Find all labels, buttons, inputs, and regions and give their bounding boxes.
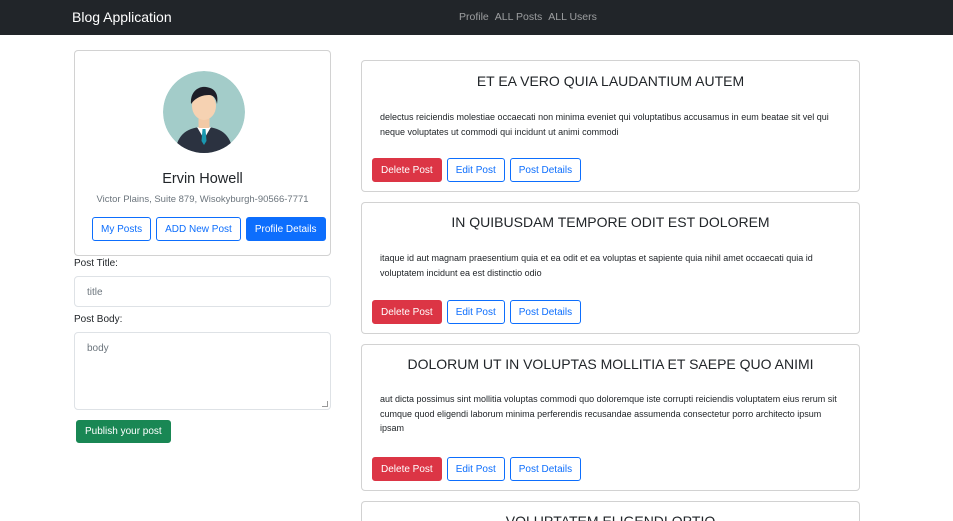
post-body-textarea[interactable]: body	[74, 332, 331, 410]
post-body-placeholder: body	[87, 343, 109, 354]
profile-card: Ervin Howell Victor Plains, Suite 879, W…	[74, 50, 331, 256]
post-card: IN QUIBUSDAM TEMPORE ODIT EST DOLOREM it…	[361, 202, 860, 334]
edit-post-button[interactable]: Edit Post	[446, 457, 505, 481]
post-title-input[interactable]: title	[74, 276, 331, 307]
post-title-label: Post Title:	[74, 258, 118, 269]
resize-handle[interactable]	[322, 401, 328, 407]
navbar-links: Profile ALL Posts ALL Users	[459, 11, 597, 23]
post-details-button[interactable]: Post Details	[509, 158, 582, 182]
post-card: VOLUPTATEM ELIGENDI OPTIO	[361, 501, 860, 521]
edit-post-button[interactable]: Edit Post	[446, 158, 505, 182]
my-posts-button[interactable]: My Posts	[92, 217, 152, 241]
nav-link-profile[interactable]: Profile	[459, 11, 489, 23]
profile-details-button[interactable]: Profile Details	[245, 217, 326, 241]
post-actions: Delete Post Edit Post Post Details	[372, 158, 582, 182]
post-title: ET EA VERO QUIA LAUDANTIUM AUTEM	[476, 73, 745, 89]
delete-post-button[interactable]: Delete Post	[372, 300, 442, 324]
post-actions: Delete Post Edit Post Post Details	[372, 457, 582, 481]
post-body: aut dicta possimus sint mollitia volupta…	[380, 394, 837, 433]
post-details-button[interactable]: Post Details	[509, 457, 582, 481]
delete-post-button[interactable]: Delete Post	[372, 457, 442, 481]
top-navbar: Blog Application Profile ALL Posts ALL U…	[0, 0, 953, 35]
post-body: itaque id aut magnam praesentium quia et…	[380, 253, 813, 278]
publish-post-button[interactable]: Publish your post	[76, 420, 171, 443]
post-card: DOLORUM UT IN VOLUPTAS MOLLITIA ET SAEPE…	[361, 344, 860, 491]
edit-post-button[interactable]: Edit Post	[446, 300, 505, 324]
user-avatar-icon	[163, 71, 245, 153]
profile-address: Victor Plains, Suite 879, Wisokyburgh-90…	[96, 194, 309, 205]
post-details-button[interactable]: Post Details	[509, 300, 582, 324]
delete-post-button[interactable]: Delete Post	[372, 158, 442, 182]
post-title: IN QUIBUSDAM TEMPORE ODIT EST DOLOREM	[451, 214, 770, 230]
post-actions: Delete Post Edit Post Post Details	[372, 300, 582, 324]
nav-link-all-users[interactable]: ALL Users	[548, 11, 597, 23]
profile-actions: My Posts ADD New Post Profile Details	[92, 217, 326, 241]
post-title: DOLORUM UT IN VOLUPTAS MOLLITIA ET SAEPE…	[407, 356, 814, 372]
post-card: ET EA VERO QUIA LAUDANTIUM AUTEM delectu…	[361, 60, 860, 192]
nav-link-all-posts[interactable]: ALL Posts	[495, 11, 542, 23]
add-new-post-button[interactable]: ADD New Post	[156, 217, 241, 241]
profile-name: Ervin Howell	[162, 171, 243, 187]
post-body-label: Post Body:	[74, 314, 123, 325]
post-title: VOLUPTATEM ELIGENDI OPTIO	[505, 513, 716, 521]
post-body: delectus reiciendis molestiae occaecati …	[380, 112, 829, 137]
navbar-brand[interactable]: Blog Application	[72, 9, 172, 25]
